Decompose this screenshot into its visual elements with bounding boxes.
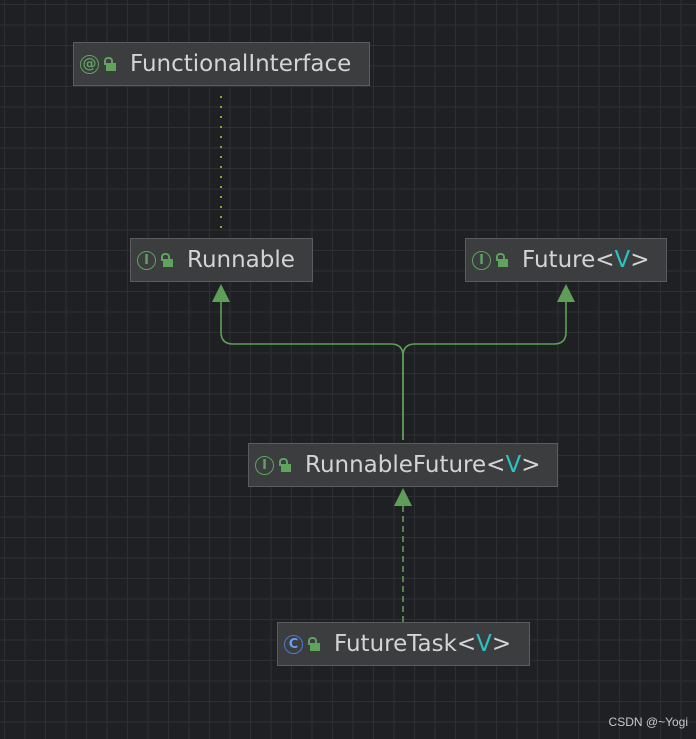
arrowhead-future bbox=[557, 284, 575, 302]
type-parameter: V bbox=[476, 631, 492, 657]
annotation-type-icon: @ bbox=[80, 54, 99, 74]
edge-runnable-future-future bbox=[402, 299, 567, 440]
lock-icon bbox=[496, 253, 508, 267]
node-future[interactable]: I Future<V> bbox=[465, 238, 667, 282]
lock-icon bbox=[308, 637, 320, 651]
lock-icon bbox=[161, 253, 173, 267]
type-parameter: V bbox=[614, 247, 631, 273]
node-future-task[interactable]: C FutureTask<V> bbox=[277, 622, 530, 666]
edge-runnable-future-runnable bbox=[220, 299, 404, 440]
node-runnable[interactable]: I Runnable bbox=[130, 238, 313, 282]
arrowhead-runnable bbox=[212, 284, 230, 302]
node-label: RunnableFuture<V> bbox=[305, 452, 541, 478]
interface-type-icon: I bbox=[472, 250, 491, 270]
arrowhead-runnable-future bbox=[394, 488, 412, 506]
interface-type-icon: I bbox=[137, 250, 156, 270]
node-runnable-future[interactable]: I RunnableFuture<V> bbox=[248, 443, 558, 487]
class-type-icon: C bbox=[284, 634, 303, 654]
watermark: CSDN @~Yogi bbox=[608, 715, 688, 729]
lock-icon bbox=[104, 57, 116, 71]
interface-type-icon: I bbox=[255, 455, 274, 475]
node-label: FunctionalInterface bbox=[130, 51, 352, 77]
type-parameter: V bbox=[505, 452, 522, 478]
node-label: Future<V> bbox=[522, 247, 650, 273]
node-label: Runnable bbox=[187, 247, 295, 273]
node-functional-interface[interactable]: @ FunctionalInterface bbox=[73, 42, 370, 86]
lock-icon bbox=[279, 458, 291, 472]
node-label: FutureTask<V> bbox=[334, 631, 512, 657]
